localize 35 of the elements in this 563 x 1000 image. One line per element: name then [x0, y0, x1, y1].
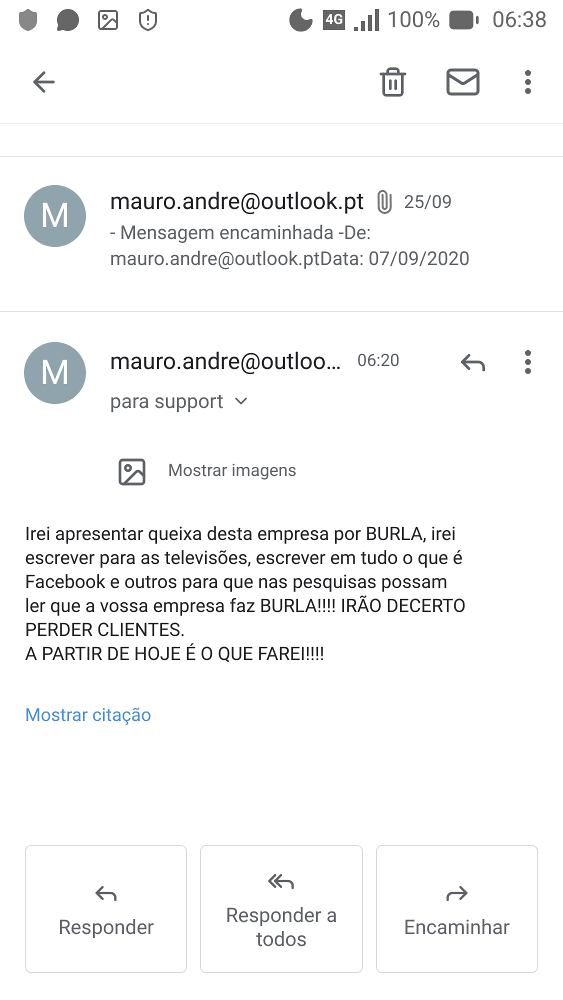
message-body-line: Facebook e outros para que nas pesquisas possam: [25, 570, 448, 594]
message-body-line: ler que a vossa empresa faz BURLA!!!! IRÃO DECERTO: [25, 594, 467, 618]
shield-icon: [16, 8, 40, 32]
battery-percent: 100%: [386, 6, 440, 34]
chat-icon: [56, 8, 80, 32]
action-button[interactable]: Responder a todos: [200, 845, 363, 973]
message-body-line: escrever para as televisões, escrever em tudo o que é: [25, 546, 464, 570]
more-icon: [525, 350, 531, 374]
message-body-line: Irei apresentar queixa desta empresa por BURLA, irei: [25, 522, 457, 546]
avatar: M: [24, 342, 86, 404]
signal-icon: [352, 8, 379, 32]
message-date: 25/09: [404, 190, 452, 215]
trash-icon: [377, 66, 409, 98]
shield-icon: [136, 8, 160, 32]
collapsed-message[interactable]: M mauro.andre@outlook.pt 25/09 - Mensagem encaminhada -De: mauro.andre@outlook.ptData: 07/09/2020: [0, 157, 563, 312]
avatar: M: [24, 185, 86, 247]
show-images-button[interactable]: Mostrar imagens: [116, 456, 297, 488]
action-button[interactable]: Encaminhar: [376, 845, 538, 973]
message-snippet: - Mensagem encaminhada -De:: [110, 220, 372, 246]
image-icon: [116, 456, 148, 488]
sender-name: mauro.andre@outloo…: [110, 346, 342, 377]
moon-icon: [287, 6, 316, 34]
sender-name: mauro.andre@outlook.pt: [110, 187, 364, 217]
show-quote-link[interactable]: Mostrar citação: [0, 702, 176, 729]
message-time: 06:20: [357, 350, 400, 374]
action-button[interactable]: Responder: [25, 845, 188, 973]
message-body-line: A PARTIR DE HOJE É O QUE FAREI!!!!: [25, 642, 326, 666]
recipients-dropdown[interactable]: para support: [110, 386, 539, 416]
message-body-line: PERDER CLIENTES.: [25, 618, 186, 642]
network-badge: 4G: [323, 10, 345, 30]
clock: 06:38: [492, 6, 547, 34]
message-snippet: mauro.andre@outlook.ptData: 07/09/2020: [110, 246, 470, 272]
delete-button[interactable]: [377, 66, 409, 98]
image-icon: [96, 8, 120, 32]
more-icon: [525, 70, 531, 94]
